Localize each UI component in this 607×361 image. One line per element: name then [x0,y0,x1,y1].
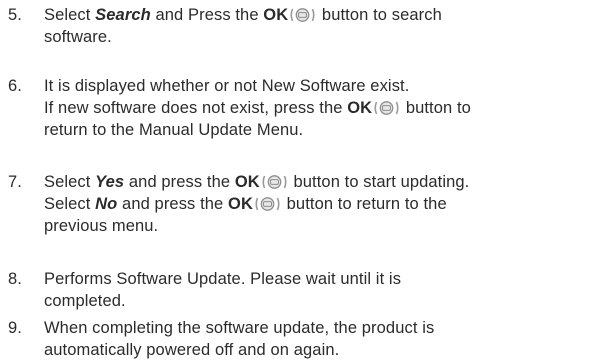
step-text-line: Select Search and Press the OK button to… [44,4,600,26]
text-run: software. [44,28,112,46]
step-number: 5. [8,6,22,24]
step-text-line: If new software does not exist, press th… [44,97,600,119]
text-run: Select [44,173,96,191]
text-run: Performs Software Update. Please wait un… [44,270,402,288]
step-text: When completing the software update, the… [44,317,600,361]
text-run: return to the Manual Update Menu. [44,121,304,139]
step-text-line: return to the Manual Update Menu. [44,119,600,141]
step-number: 6. [8,77,22,95]
step-text-line: It is displayed whether or not New Softw… [44,75,600,97]
step-text: Select Search and Press the OK button to… [44,4,600,48]
text-run: and press the [117,195,229,213]
menu-option-label: Search [95,6,151,24]
step-text: It is displayed whether or not New Softw… [44,75,600,141]
button-name-label: OK [347,99,373,117]
text-run: button to [401,99,471,117]
step-number: 7. [8,173,22,191]
text-run: button to return to the [281,195,447,213]
menu-option-label: No [95,195,118,213]
text-run: It is displayed whether or not New Softw… [44,77,410,95]
text-run: and Press the [150,6,264,24]
button-name-label: OK [228,195,253,213]
step-text-line: When completing the software update, the… [44,317,600,339]
step-text-line: previous menu. [44,215,600,237]
step-text: Select Yes and press the OK button to st… [44,171,600,237]
button-name-label: OK [263,6,289,24]
step-text-line: software. [44,26,600,48]
text-run: Select [44,195,96,213]
text-run: When completing the software update, the… [44,319,435,337]
step-text-line: Performs Software Update. Please wait un… [44,268,600,290]
text-run: button to start updating. [288,173,470,191]
step-text-line: Select Yes and press the OK button to st… [44,171,600,193]
step-text-line: automatically powered off and on again. [44,339,600,361]
step-number: 8. [8,270,22,288]
ok-remote-button-icon [289,7,316,23]
step-number: 9. [8,319,22,337]
text-run: completed. [44,292,126,310]
step-text-line: completed. [44,290,600,312]
text-run: Select [44,6,96,24]
text-run: automatically powered off and on again. [44,341,340,359]
step-text: Performs Software Update. Please wait un… [44,268,600,312]
text-run: and press the [124,173,235,191]
text-run: previous menu. [44,217,159,235]
ok-remote-button-icon [254,196,281,212]
text-run: button to search [317,6,442,24]
text-run: If new software does not exist, press th… [44,99,348,117]
menu-option-label: Yes [95,173,125,191]
button-name-label: OK [234,173,260,191]
ok-remote-button-icon [373,100,400,116]
ok-remote-button-icon [261,174,288,190]
manual-page: 5. Select Search and Press the OK button … [0,0,607,359]
step-text-line: Select No and press the OK button to ret… [44,193,600,215]
